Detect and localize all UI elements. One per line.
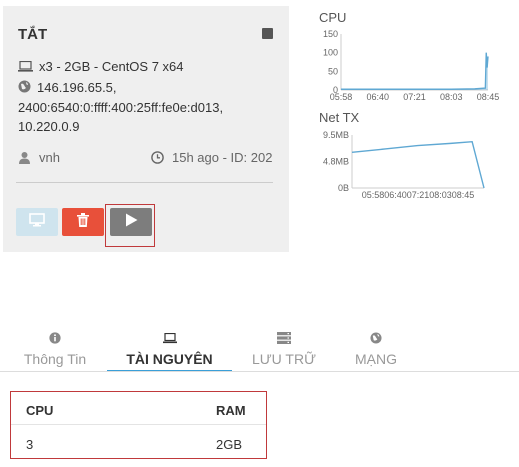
table-cell-cpu: 3: [26, 437, 34, 452]
tab-resources[interactable]: TÀI NGUYÊN: [107, 328, 232, 372]
x-tick-label: 07:21: [403, 92, 426, 102]
tab-resources-label: TÀI NGUYÊN: [126, 351, 213, 367]
series-line: [341, 52, 489, 90]
cpu-chart: 15010050005:58 06:40 07:21 08:03 08:45: [323, 29, 500, 102]
tab-info[interactable]: Thông Tin: [8, 328, 102, 372]
info-icon: [8, 331, 102, 349]
y-tick-label: 50: [328, 66, 338, 76]
server-time-row: 15h ago - ID: 202: [151, 150, 272, 167]
globe-icon: [18, 79, 31, 98]
server-ip-2: 2400:6540:0:ffff:400:25ff:fe0e:d013,: [18, 100, 224, 116]
status-indicator-icon: [262, 28, 273, 39]
user-icon: [18, 151, 31, 167]
table-header-cpu: CPU: [26, 403, 54, 418]
server-card: TẮT x3 - 2GB - CentOS 7 x64 146.196.65.5…: [3, 6, 289, 252]
server-owner: vnh: [39, 150, 60, 165]
nettx-chart: 9.5MB 4.8MB 0B 05:5806:4007:2108:0308:45: [323, 130, 485, 200]
series-line: [351, 140, 485, 189]
y-tick-label: 0B: [338, 183, 349, 193]
x-tick-label: 08:45: [477, 92, 500, 102]
table-header-ram: RAM: [216, 403, 246, 418]
server-ip-3: 10.220.0.9: [18, 119, 80, 135]
server-time-id: 15h ago - ID: 202: [172, 150, 273, 165]
y-tick-label: 100: [323, 48, 338, 58]
x-tick-label: 05:5806:4007:2108:0308:45: [362, 190, 475, 200]
card-divider: [16, 182, 273, 183]
x-tick-label: 08:03: [440, 92, 463, 102]
y-tick-label: 9.5MB: [323, 130, 349, 140]
resource-table: CPU RAM 3 2GB: [10, 391, 267, 459]
console-button[interactable]: [16, 208, 58, 236]
clock-icon: [151, 150, 164, 167]
tab-network[interactable]: MẠNG: [340, 328, 412, 372]
server-spec-row: x3 - 2GB - CentOS 7 x64: [18, 57, 184, 77]
series-area: [341, 52, 488, 90]
storage-icon: [240, 331, 328, 349]
tab-network-label: MẠNG: [355, 351, 397, 367]
nettx-chart-title: Net TX: [319, 110, 360, 125]
tab-storage[interactable]: LƯU TRỮ: [240, 328, 328, 372]
monitor-icon: [29, 212, 45, 232]
server-owner-row: vnh: [18, 150, 60, 167]
globe-icon: [340, 331, 412, 349]
server-ip-row: 146.196.65.5, 2400:6540:0:ffff:400:25ff:…: [18, 78, 280, 136]
server-ip-1: 146.196.65.5,: [37, 80, 117, 95]
start-button-highlight: [105, 204, 155, 247]
trash-icon: [77, 212, 89, 232]
cpu-chart-title: CPU: [319, 10, 347, 25]
table-cell-ram: 2GB: [216, 437, 243, 452]
tab-storage-label: LƯU TRỮ: [251, 351, 317, 367]
server-spec: x3 - 2GB - CentOS 7 x64: [39, 59, 184, 74]
tabs-underline: [0, 371, 519, 372]
x-tick-label: 06:40: [366, 92, 389, 102]
laptop-icon: [18, 58, 33, 77]
y-tick-label: 4.8MB: [323, 157, 349, 167]
server-status-label: TẮT: [18, 26, 48, 43]
y-tick-label: 150: [323, 29, 338, 39]
laptop-icon: [107, 331, 232, 349]
table-divider: [11, 424, 266, 425]
tab-info-label: Thông Tin: [23, 351, 87, 367]
x-tick-label: 05:58: [330, 92, 353, 102]
delete-button[interactable]: [62, 208, 104, 236]
